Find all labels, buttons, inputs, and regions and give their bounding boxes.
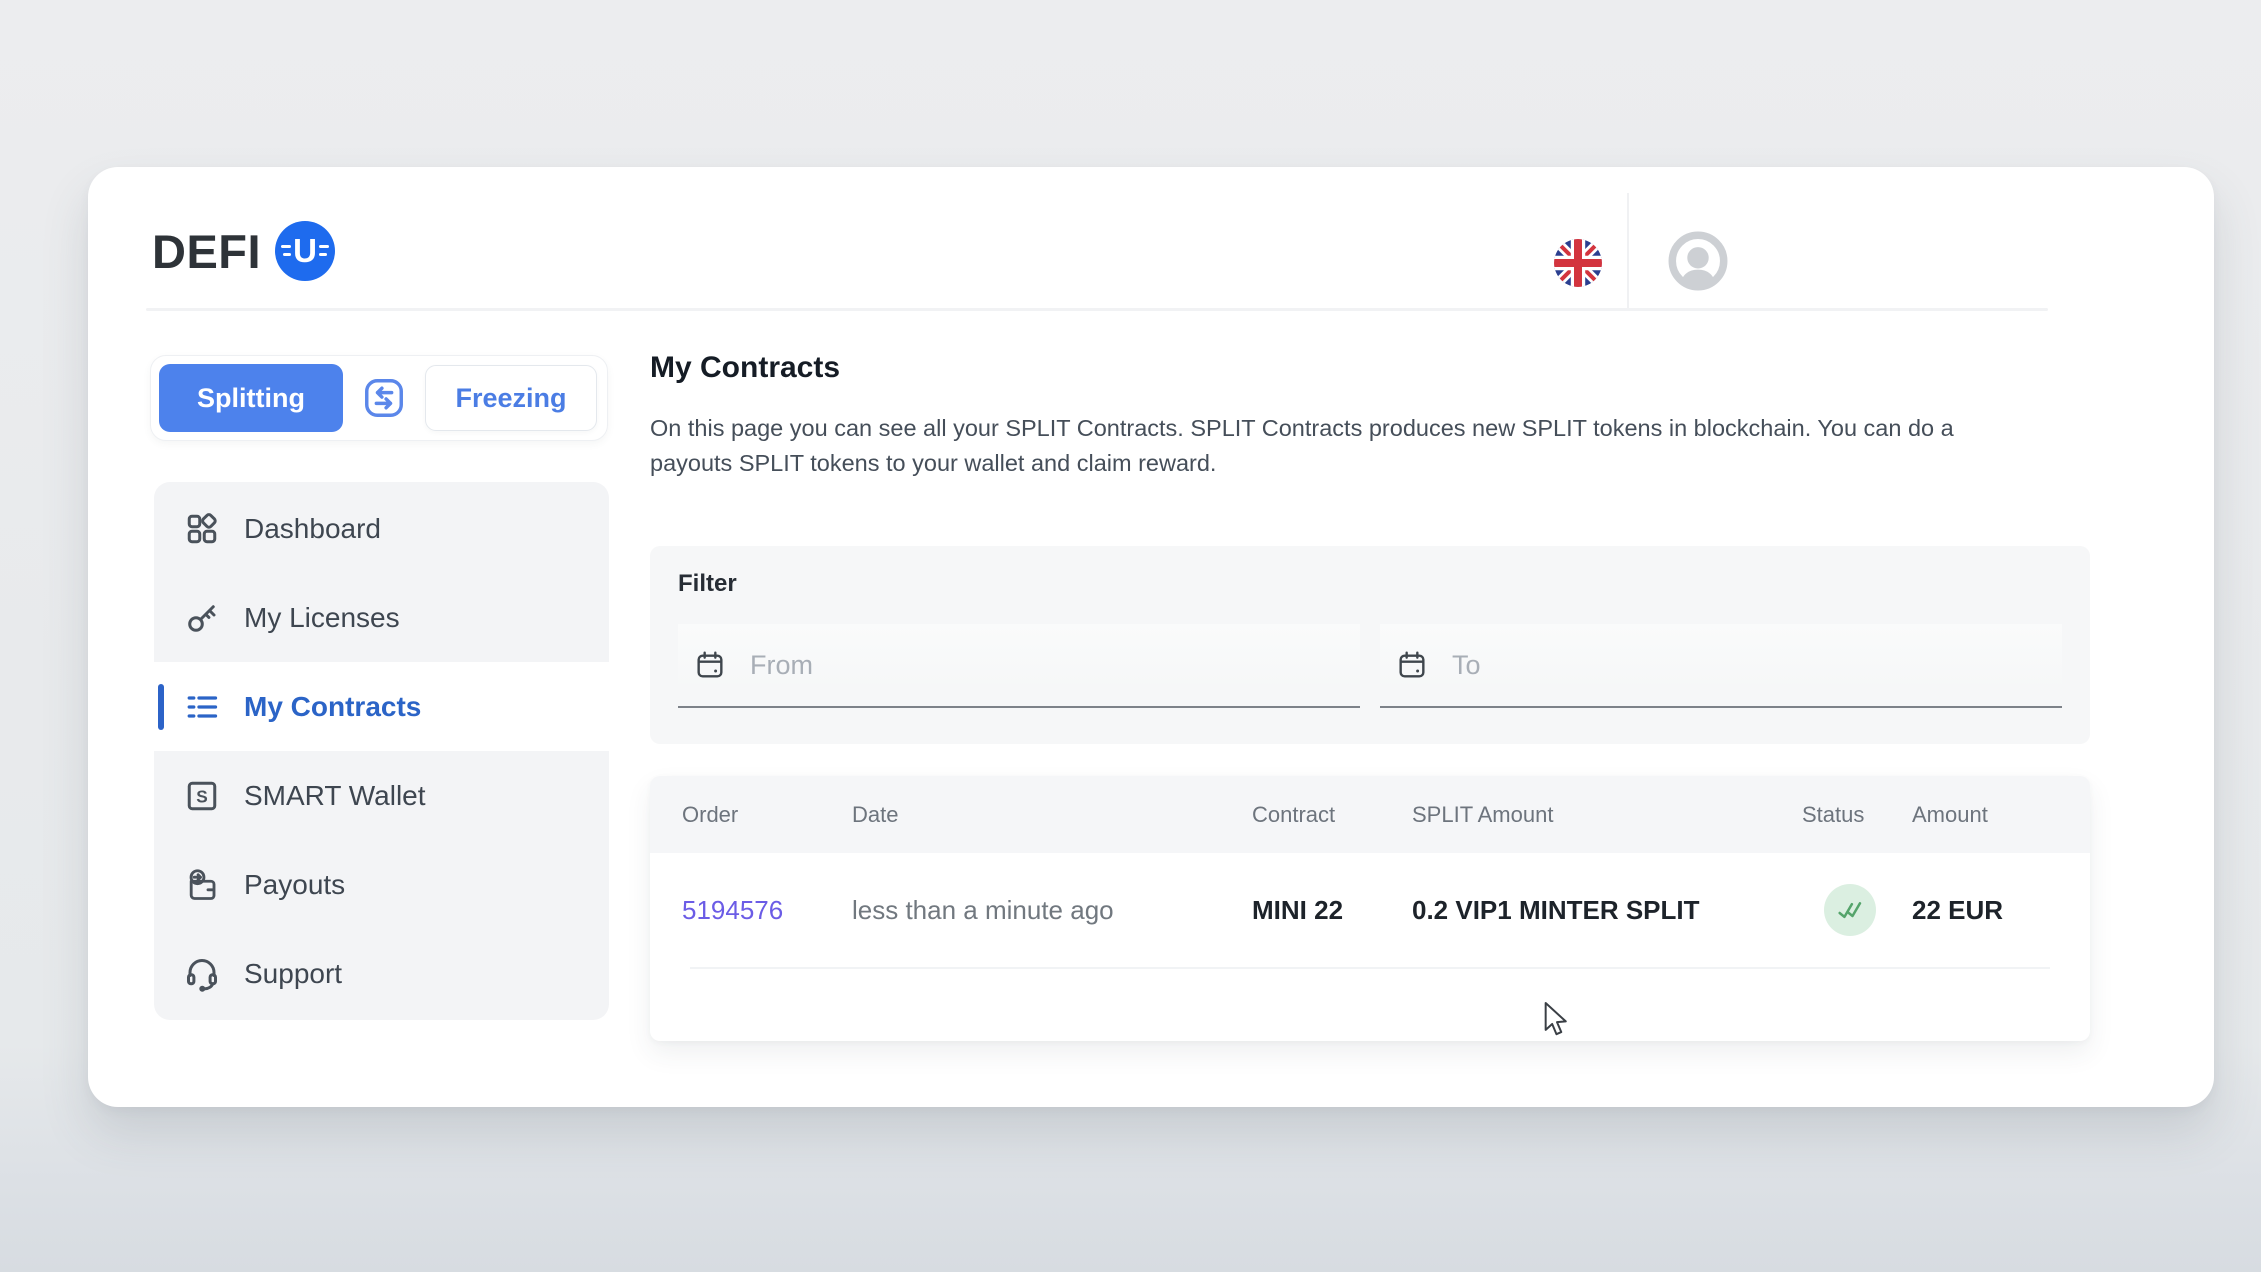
row-split-amount: 0.2 VIP1 MINTER SPLIT: [1412, 895, 1802, 926]
sidebar-item-label: Payouts: [244, 869, 345, 901]
sidebar-item-my-licenses[interactable]: My Licenses: [154, 573, 609, 662]
column-header-order: Order: [682, 802, 852, 828]
key-icon: [184, 600, 220, 636]
header-divider-vertical: [1627, 193, 1629, 309]
sidebar-item-dashboard[interactable]: Dashboard: [154, 484, 609, 573]
column-header-status: Status: [1802, 802, 1912, 828]
user-avatar-icon[interactable]: [1668, 231, 1728, 291]
sidebar-item-label: SMART Wallet: [244, 780, 426, 812]
page-title: My Contracts: [650, 351, 840, 385]
calendar-icon: [694, 649, 726, 681]
swap-mode-icon[interactable]: [343, 375, 425, 421]
row-contract: MINI 22: [1252, 895, 1412, 926]
date-to-field[interactable]: [1380, 624, 2062, 708]
sidebar-item-label: Support: [244, 958, 342, 990]
column-header-contract: Contract: [1252, 802, 1412, 828]
status-success-double-check-icon: [1824, 884, 1876, 936]
freezing-tab-button[interactable]: Freezing: [425, 365, 597, 431]
sidebar-item-support[interactable]: Support: [154, 929, 609, 1018]
header-divider: [146, 308, 2048, 311]
date-from-input[interactable]: [750, 624, 1360, 706]
sidebar-menu: Dashboard My Licenses: [154, 482, 609, 1020]
table-row: 5194576 less than a minute ago MINI 22 0…: [650, 853, 2090, 967]
filter-title: Filter: [678, 570, 2062, 598]
splitting-tab-button[interactable]: Splitting: [159, 364, 343, 432]
smart-wallet-icon: S: [184, 778, 220, 814]
date-to-input[interactable]: [1452, 624, 2062, 706]
contracts-table: Order Date Contract SPLIT Amount Status …: [650, 776, 2090, 1041]
brand-coin-letter: U: [293, 232, 317, 270]
sidebar-item-label: Dashboard: [244, 513, 381, 545]
sidebar-item-payouts[interactable]: Payouts: [154, 840, 609, 929]
dashboard-grid-icon: [184, 511, 220, 547]
list-icon: [184, 689, 220, 725]
page-description-line: payouts SPLIT tokens to your wallet and …: [650, 446, 1954, 481]
brand-coin-icon: U: [275, 221, 335, 281]
app-background: DEFI U: [0, 0, 2261, 1272]
brand-logo: DEFI U: [152, 221, 335, 281]
order-link[interactable]: 5194576: [682, 895, 852, 926]
row-date: less than a minute ago: [852, 895, 1252, 926]
page-description-line: On this page you can see all your SPLIT …: [650, 411, 1954, 446]
row-divider: [690, 967, 2050, 969]
table-header-row: Order Date Contract SPLIT Amount Status …: [650, 776, 2090, 853]
sidebar-item-label: My Contracts: [244, 691, 421, 723]
sidebar-item-my-contracts[interactable]: My Contracts: [154, 662, 609, 751]
column-header-date: Date: [852, 802, 1252, 828]
date-from-field[interactable]: [678, 624, 1360, 708]
headset-icon: [184, 956, 220, 992]
column-header-amount: Amount: [1912, 802, 2090, 828]
column-header-split-amount: SPLIT Amount: [1412, 802, 1802, 828]
calendar-icon: [1396, 649, 1428, 681]
page-description: On this page you can see all your SPLIT …: [650, 411, 1954, 481]
brand-name: DEFI: [152, 224, 261, 279]
svg-text:S: S: [196, 786, 208, 806]
filter-panel: Filter: [650, 546, 2090, 744]
main-app-card: DEFI U: [88, 167, 2214, 1107]
sidebar-item-smart-wallet[interactable]: S SMART Wallet: [154, 751, 609, 840]
language-switcher-uk-flag-icon[interactable]: [1554, 239, 1602, 287]
row-amount: 22 EUR: [1912, 895, 2090, 926]
mode-toggle-group: Splitting Freezing: [150, 355, 608, 441]
sidebar-item-label: My Licenses: [244, 602, 400, 634]
wallet-payout-icon: [184, 867, 220, 903]
